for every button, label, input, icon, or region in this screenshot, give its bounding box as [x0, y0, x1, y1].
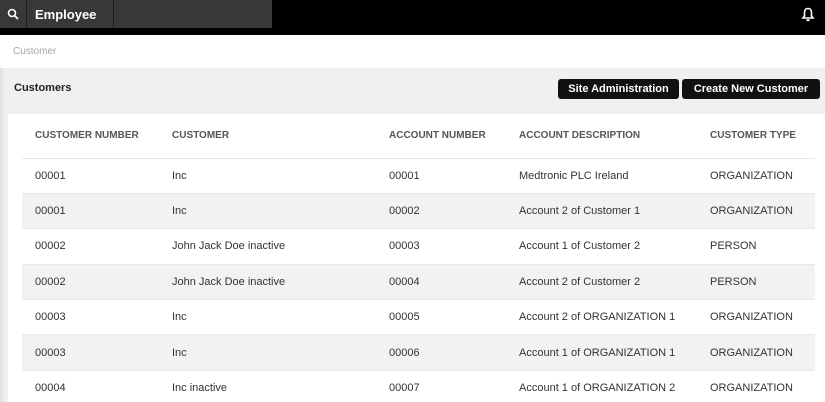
search-icon[interactable] — [0, 0, 26, 28]
top-bar: Employee — [0, 0, 825, 35]
cell-account-number: 00001 — [376, 158, 506, 194]
table-row[interactable]: 00003 Inc 00006 Account 1 of ORGANIZATIO… — [22, 334, 815, 371]
customers-table-card: CUSTOMER NUMBER CUSTOMER ACCOUNT NUMBER … — [8, 114, 825, 402]
table-row[interactable]: 00001 Inc 00002 Account 2 of Customer 1 … — [22, 193, 815, 230]
cell-customer-number: 00001 — [22, 158, 159, 194]
column-header-account-number[interactable]: ACCOUNT NUMBER — [376, 114, 506, 159]
table-row[interactable]: 00004 Inc inactive 00007 Account 1 of OR… — [22, 370, 815, 402]
cell-customer-type: ORGANIZATION — [697, 158, 815, 194]
create-new-customer-button[interactable]: Create New Customer — [682, 79, 820, 99]
cell-account-description: Account 1 of ORGANIZATION 2 — [506, 370, 697, 402]
cell-customer: John Jack Doe inactive — [159, 228, 376, 265]
cell-customer-type: PERSON — [697, 264, 815, 301]
cell-account-number: 00007 — [376, 370, 506, 402]
cell-customer-number: 00003 — [22, 334, 159, 371]
cell-customer-number: 00004 — [22, 370, 159, 402]
panel-title: Customers — [14, 82, 72, 94]
cell-customer-type: ORGANIZATION — [697, 299, 815, 336]
breadcrumb[interactable]: Customer — [13, 46, 56, 57]
cell-account-number: 00003 — [376, 228, 506, 265]
cell-customer-number: 00001 — [22, 193, 159, 230]
cell-customer-number: 00002 — [22, 264, 159, 301]
cell-customer-number: 00002 — [22, 228, 159, 265]
cell-account-description: Medtronic PLC Ireland — [506, 158, 697, 194]
cell-customer: Inc — [159, 334, 376, 371]
cell-customer-type: ORGANIZATION — [697, 370, 815, 402]
cell-customer: Inc — [159, 299, 376, 336]
cell-account-description: Account 2 of Customer 2 — [506, 264, 697, 301]
cell-account-description: Account 1 of ORGANIZATION 1 — [506, 334, 697, 371]
bell-icon[interactable] — [801, 7, 815, 23]
cell-account-number: 00006 — [376, 334, 506, 371]
table-row[interactable]: 00002 John Jack Doe inactive 00003 Accou… — [22, 228, 815, 265]
search-field[interactable]: Employee — [26, 0, 114, 28]
cell-customer: Inc — [159, 193, 376, 230]
search-box[interactable]: Employee — [0, 0, 272, 28]
cell-customer-type: ORGANIZATION — [697, 193, 815, 230]
cell-customer-number: 00003 — [22, 299, 159, 336]
cell-account-number: 00004 — [376, 264, 506, 301]
column-header-customer-number[interactable]: CUSTOMER NUMBER — [22, 114, 159, 159]
cell-customer-type: PERSON — [697, 228, 815, 265]
cell-customer-type: ORGANIZATION — [697, 334, 815, 371]
cell-customer: Inc — [159, 158, 376, 194]
site-administration-button[interactable]: Site Administration — [558, 79, 679, 99]
cell-account-number: 00002 — [376, 193, 506, 230]
search-field-value: Employee — [35, 6, 97, 22]
cell-customer: John Jack Doe inactive — [159, 264, 376, 301]
table-row[interactable]: 00001 Inc 00001 Medtronic PLC Ireland OR… — [22, 158, 815, 194]
column-header-account-description[interactable]: ACCOUNT DESCRIPTION — [506, 114, 697, 159]
column-header-customer[interactable]: CUSTOMER — [159, 114, 376, 159]
cell-customer: Inc inactive — [159, 370, 376, 402]
cell-account-number: 00005 — [376, 299, 506, 336]
column-header-customer-type[interactable]: CUSTOMER TYPE — [697, 114, 815, 159]
customers-table: CUSTOMER NUMBER CUSTOMER ACCOUNT NUMBER … — [22, 114, 815, 402]
table-row[interactable]: 00002 John Jack Doe inactive 00004 Accou… — [22, 264, 815, 301]
search-input[interactable] — [114, 0, 272, 28]
table-header-row: CUSTOMER NUMBER CUSTOMER ACCOUNT NUMBER … — [22, 114, 815, 159]
cell-account-description: Account 2 of Customer 1 — [506, 193, 697, 230]
cell-account-description: Account 1 of Customer 2 — [506, 228, 697, 265]
cell-account-description: Account 2 of ORGANIZATION 1 — [506, 299, 697, 336]
customers-panel: Customers Site Administration Create New… — [0, 68, 825, 402]
table-row[interactable]: 00003 Inc 00005 Account 2 of ORGANIZATIO… — [22, 299, 815, 336]
